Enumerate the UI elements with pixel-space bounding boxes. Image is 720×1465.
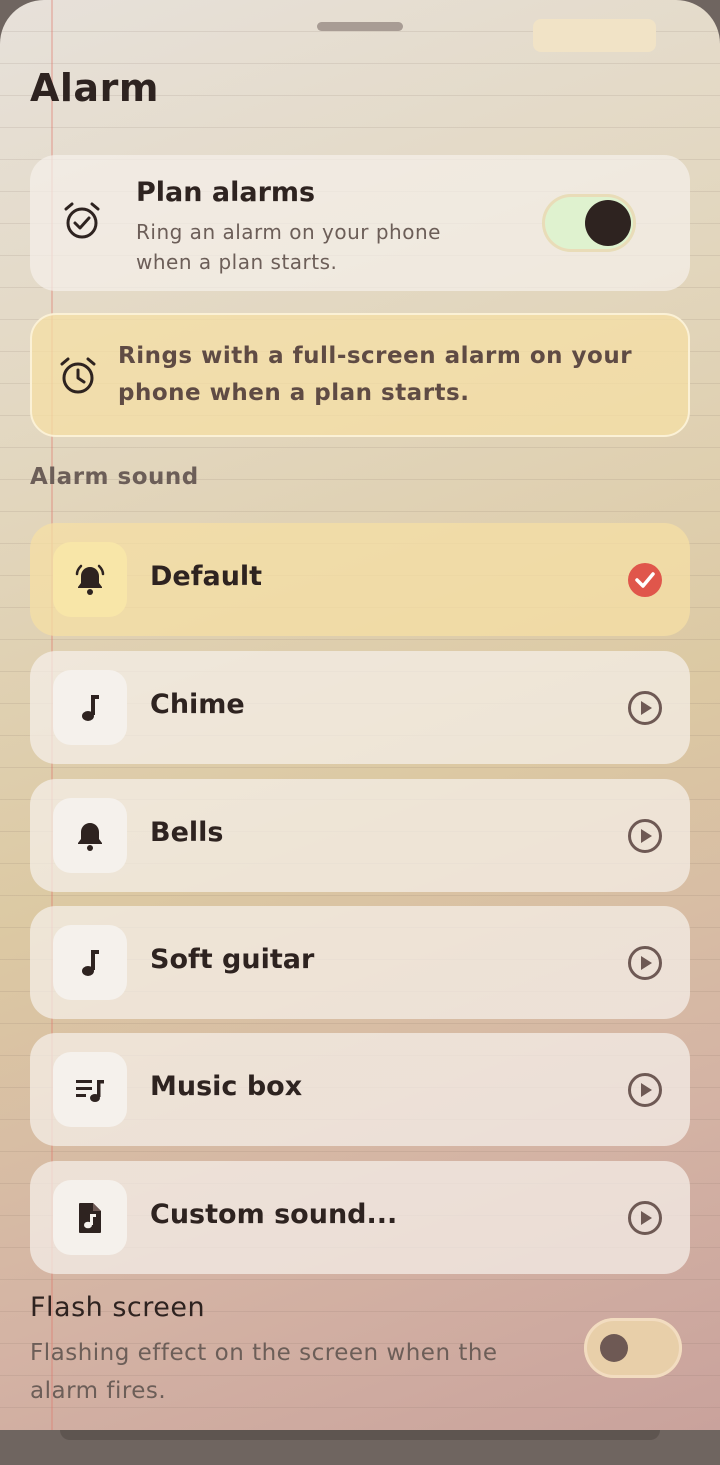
music-note-icon [82,694,99,721]
sound-option-label: Chime [150,689,245,720]
flash-screen-title: Flash screen [30,1292,206,1323]
sound-icon-tile [53,1180,127,1255]
bell-ringing-icon [75,564,105,595]
alarm-sound-section-label: Alarm sound [30,464,199,490]
sound-option-soft-guitar[interactable]: Soft guitar [30,906,690,1019]
audio-file-icon [79,1202,101,1233]
info-banner: Rings with a full-screen alarm on your p… [30,313,690,437]
check-circle-icon [628,563,662,597]
play-circle-icon[interactable] [627,690,663,726]
sound-option-label: Default [150,561,263,592]
drag-handle[interactable] [317,22,403,31]
sound-option-label: Music box [150,1071,303,1102]
play-circle-icon[interactable] [627,945,663,981]
music-note-icon [82,949,99,976]
sound-option-label: Custom sound... [150,1199,398,1230]
sound-icon-tile [53,1052,127,1127]
flash-screen-description: Flashing effect on the screen when the a… [30,1340,498,1404]
sound-option-default[interactable]: Default [30,523,690,636]
sound-option-music-box[interactable]: Music box [30,1033,690,1146]
sound-option-chime[interactable]: Chime [30,651,690,764]
sheet-bottom-edge [60,1430,660,1440]
sound-option-custom[interactable]: Custom sound... [30,1161,690,1274]
top-highlight-pill [533,19,656,52]
info-text: Rings with a full-screen alarm on your p… [118,343,633,406]
sound-option-label: Soft guitar [150,944,315,975]
toggle-knob [600,1334,628,1362]
play-circle-icon[interactable] [627,818,663,854]
plan-alarms-description: Ring an alarm on your phone when a plan … [136,220,441,274]
alarm-clock-icon [60,357,96,394]
sound-icon-tile [53,670,127,745]
music-list-icon [76,1079,104,1102]
plan-alarms-toggle[interactable] [542,194,636,252]
bell-icon [78,822,102,851]
sound-icon-tile [53,542,127,617]
sound-option-label: Bells [150,817,224,848]
alarm-clock-icon [64,202,100,239]
alarm-settings-sheet: Alarm Plan alarms Ring an alarm on your … [0,0,720,1430]
toggle-knob [585,200,631,246]
sound-option-bells[interactable]: Bells [30,779,690,892]
sound-icon-tile [53,798,127,873]
flash-screen-toggle[interactable] [584,1318,682,1378]
sound-icon-tile [53,925,127,1000]
play-circle-icon[interactable] [627,1200,663,1236]
play-circle-icon[interactable] [627,1072,663,1108]
plan-alarms-title: Plan alarms [136,177,316,208]
page-title: Alarm [30,66,159,110]
plan-alarms-card[interactable]: Plan alarms Ring an alarm on your phone … [30,155,690,291]
